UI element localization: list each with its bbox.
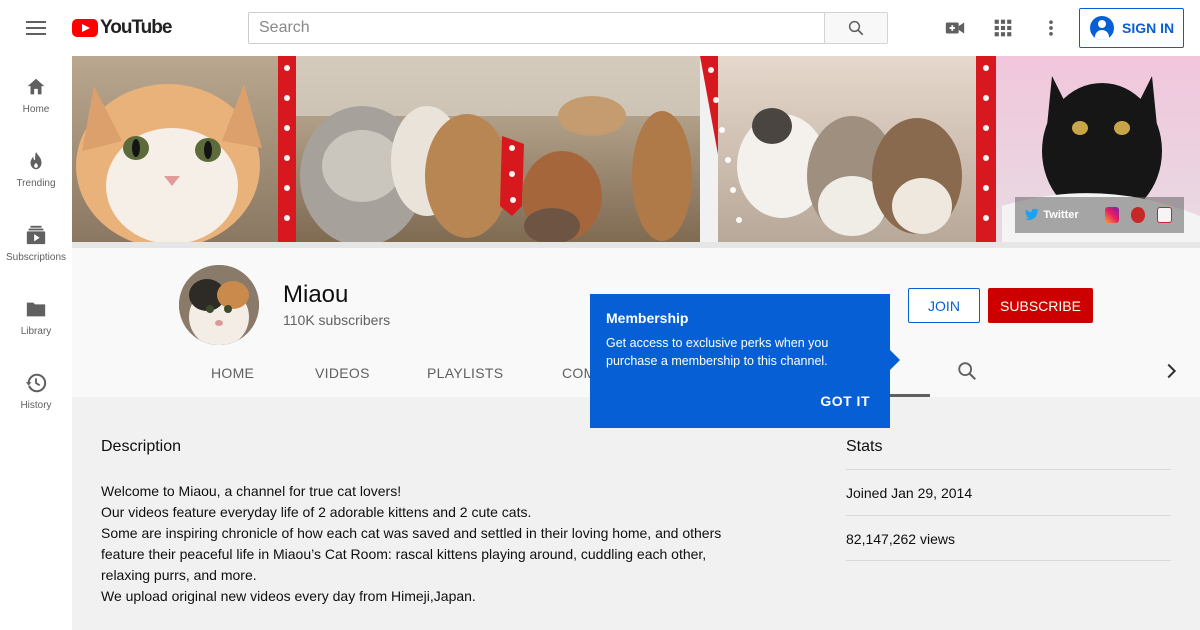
search-input[interactable] bbox=[248, 12, 824, 44]
stats-divider bbox=[846, 515, 1171, 516]
trending-icon bbox=[30, 151, 42, 170]
view-count: 82,147,262 views bbox=[846, 531, 955, 547]
got-it-button[interactable]: GOT IT bbox=[820, 393, 870, 409]
settings-menu-button[interactable] bbox=[1039, 16, 1063, 40]
subscriptions-icon bbox=[26, 225, 46, 245]
history-icon bbox=[25, 373, 47, 393]
stats-heading: Stats bbox=[846, 438, 883, 455]
tooltip-title: Membership bbox=[606, 310, 689, 326]
sidebar-item-label: History bbox=[20, 400, 52, 411]
sidebar-item-label: Trending bbox=[16, 178, 56, 189]
description-heading: Description bbox=[101, 438, 182, 455]
channel-search-button[interactable] bbox=[956, 360, 980, 384]
sidebar-item-label: Subscriptions bbox=[5, 252, 67, 263]
subscriber-count: 110K subscribers bbox=[283, 312, 391, 328]
hamburger-icon bbox=[26, 21, 46, 23]
joined-date: Joined Jan 29, 2014 bbox=[846, 485, 973, 501]
stats-divider bbox=[846, 560, 1171, 561]
logo-text: YouTube bbox=[100, 17, 172, 38]
membership-tooltip: Membership Get access to exclusive perks… bbox=[590, 294, 900, 428]
sign-in-label: SIGN IN bbox=[1122, 20, 1175, 36]
tab-videos[interactable]: VIDEOS bbox=[315, 348, 370, 397]
miaou-link-icon[interactable] bbox=[1157, 207, 1173, 223]
search-box bbox=[248, 12, 888, 44]
stats-divider bbox=[846, 469, 1171, 470]
description-line: feature their peaceful life in Miaou’s C… bbox=[101, 546, 707, 562]
side-nav: Home Trending Subscriptions Library Hist… bbox=[0, 56, 72, 630]
tabs-next-button[interactable] bbox=[1160, 360, 1184, 384]
sign-in-button[interactable]: SIGN IN bbox=[1079, 8, 1184, 48]
video-camera-icon bbox=[945, 22, 965, 34]
home-icon bbox=[27, 78, 45, 95]
sidebar-item-home[interactable]: Home bbox=[0, 56, 72, 130]
top-bar: YouTube SIGN IN bbox=[0, 0, 1200, 56]
chevron-right-icon bbox=[1167, 363, 1177, 379]
youtube-logo[interactable]: YouTube bbox=[72, 16, 172, 40]
subscribe-button[interactable]: SUBSCRIBE bbox=[988, 288, 1093, 323]
sidebar-item-label: Library bbox=[20, 326, 52, 337]
description-line: relaxing purrs, and more. bbox=[101, 567, 257, 583]
sidebar-item-library[interactable]: Library bbox=[0, 278, 72, 352]
apps-grid-icon bbox=[994, 19, 1012, 37]
about-section: Description Welcome to Miaou, a channel … bbox=[72, 397, 1200, 630]
channel-name: Miaou bbox=[283, 281, 349, 308]
channel-avatar-image bbox=[179, 265, 259, 345]
join-button[interactable]: JOIN bbox=[908, 288, 980, 323]
apps-button[interactable] bbox=[991, 16, 1015, 40]
library-icon bbox=[26, 302, 46, 317]
sidebar-item-label: Home bbox=[22, 104, 50, 115]
tab-playlists[interactable]: PLAYLISTS bbox=[427, 348, 503, 397]
instagram-icon[interactable] bbox=[1104, 207, 1120, 223]
social-links: Twitter bbox=[1015, 197, 1184, 233]
sidebar-item-trending[interactable]: Trending bbox=[0, 130, 72, 204]
description-line: Some are inspiring chronicle of how each… bbox=[101, 525, 722, 541]
tab-home[interactable]: HOME bbox=[211, 348, 254, 397]
more-vert-icon bbox=[1049, 20, 1053, 36]
twitter-icon[interactable] bbox=[1025, 208, 1039, 222]
sidebar-item-subscriptions[interactable]: Subscriptions bbox=[0, 204, 72, 278]
description-line: We upload original new videos every day … bbox=[101, 588, 476, 604]
twitter-link[interactable]: Twitter bbox=[1043, 209, 1078, 221]
channel-description: Welcome to Miaou, a channel for true cat… bbox=[101, 481, 741, 607]
youtube-channel-page: YouTube SIGN IN Home Trending bbox=[0, 0, 1200, 630]
description-line: Our videos feature everyday life of 2 ad… bbox=[101, 504, 532, 520]
create-video-button[interactable] bbox=[943, 16, 967, 40]
menu-button[interactable] bbox=[24, 16, 48, 40]
hamburger-icon bbox=[26, 33, 46, 35]
search-button[interactable] bbox=[824, 12, 888, 44]
hamburger-icon bbox=[26, 27, 46, 29]
search-icon bbox=[958, 362, 976, 380]
description-line: Welcome to Miaou, a channel for true cat… bbox=[101, 483, 402, 499]
sidebar-item-history[interactable]: History bbox=[0, 352, 72, 426]
youtube-play-icon bbox=[72, 19, 98, 37]
search-icon bbox=[848, 20, 864, 36]
channel-avatar[interactable] bbox=[179, 265, 259, 345]
tooltip-body: Get access to exclusive perks when you p… bbox=[606, 336, 829, 368]
account-circle-icon bbox=[1090, 16, 1114, 40]
paw-link-icon[interactable] bbox=[1131, 207, 1146, 223]
